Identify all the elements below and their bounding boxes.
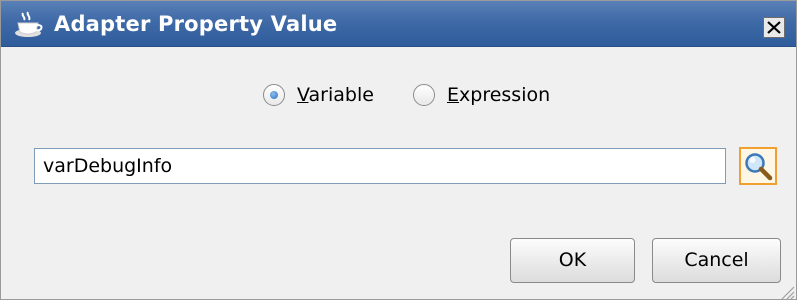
expression-radio[interactable]: Expression [413,81,563,109]
variable-radio[interactable]: Variable [263,81,378,109]
variable-radio-circle[interactable] [263,84,285,106]
coffee-cup-icon [14,11,44,39]
expression-label-rest: xpression [459,84,551,106]
variable-mnemonic: V [297,84,309,106]
close-icon [767,21,781,34]
title-bar[interactable]: Adapter Property Value [1,1,796,47]
resize-grip-icon[interactable] [779,284,795,300]
variable-value-input[interactable] [34,148,726,184]
magnifier-icon [745,153,773,181]
cancel-button[interactable]: Cancel [652,238,781,283]
expression-radio-label[interactable]: Expression [447,82,550,108]
search-button[interactable] [739,147,777,185]
expression-mnemonic: E [447,84,460,106]
adapter-property-value-dialog: Adapter Property Value Variable Expressi… [0,0,797,300]
ok-button[interactable]: OK [510,238,635,283]
variable-radio-label[interactable]: Variable [297,82,374,108]
close-button[interactable] [763,17,785,38]
variable-label-rest: ariable [308,84,374,106]
radio-selected-dot [270,91,278,99]
expression-radio-circle[interactable] [413,84,435,106]
dialog-title: Adapter Property Value [54,12,338,36]
